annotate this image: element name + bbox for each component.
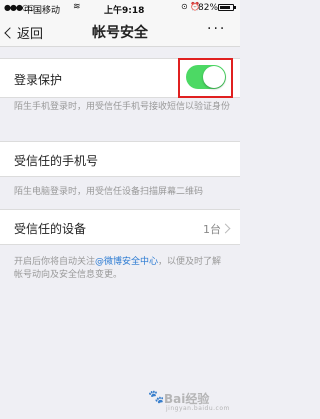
trusted-phone-note: 陌生电脑登录时，用受信任设备扫描屏幕二维码 [14, 187, 204, 197]
watermark-url: jingyan.baidu.com [166, 405, 230, 412]
footer-note: 开启后你将自动关注@微博安全中心，以便及时了解帐号动向及安全信息变更。 [14, 256, 230, 282]
login-protection-note: 陌生手机登录时，用受信任手机号接收短信以验证身份 [14, 102, 231, 112]
trusted-phone-row[interactable]: 受信任的手机号 [0, 141, 240, 177]
status-time: 上午9:18 [104, 6, 145, 16]
status-bar: ●●●○○ 中国移动 ≋ 上午9:18 ⊙ ⏰ 82% [0, 0, 240, 16]
battery-icon [218, 4, 236, 11]
trusted-phone-label: 受信任的手机号 [14, 154, 99, 168]
back-label: 返回 [17, 27, 44, 42]
orientation-lock-icon: ⊙ [181, 2, 188, 11]
footer-text-before: 开启后你将自动关注 [14, 257, 96, 267]
trusted-device-label: 受信任的设备 [14, 222, 87, 236]
weibo-security-center-link[interactable]: @微博安全中心 [95, 257, 158, 267]
more-options-button[interactable]: ··· [207, 21, 226, 37]
navigation-bar: 帐号安全 返回 ··· [0, 16, 240, 47]
chevron-left-icon [4, 27, 16, 39]
wifi-icon: ≋ [73, 2, 81, 12]
highlight-box [178, 58, 233, 98]
login-protection-label: 登录保护 [14, 73, 63, 87]
paw-icon: 🐾 [148, 390, 165, 405]
trusted-device-count: 1台 [203, 223, 221, 236]
watermark: 🐾 Bai经验 jingyan.baidu.com [148, 388, 236, 414]
trusted-device-row[interactable]: 受信任的设备 1台 [0, 209, 240, 245]
carrier-name: 中国移动 [24, 6, 61, 16]
battery-percent: 82% [198, 3, 219, 13]
back-button[interactable]: 返回 [4, 23, 44, 42]
chevron-right-icon [220, 223, 231, 234]
